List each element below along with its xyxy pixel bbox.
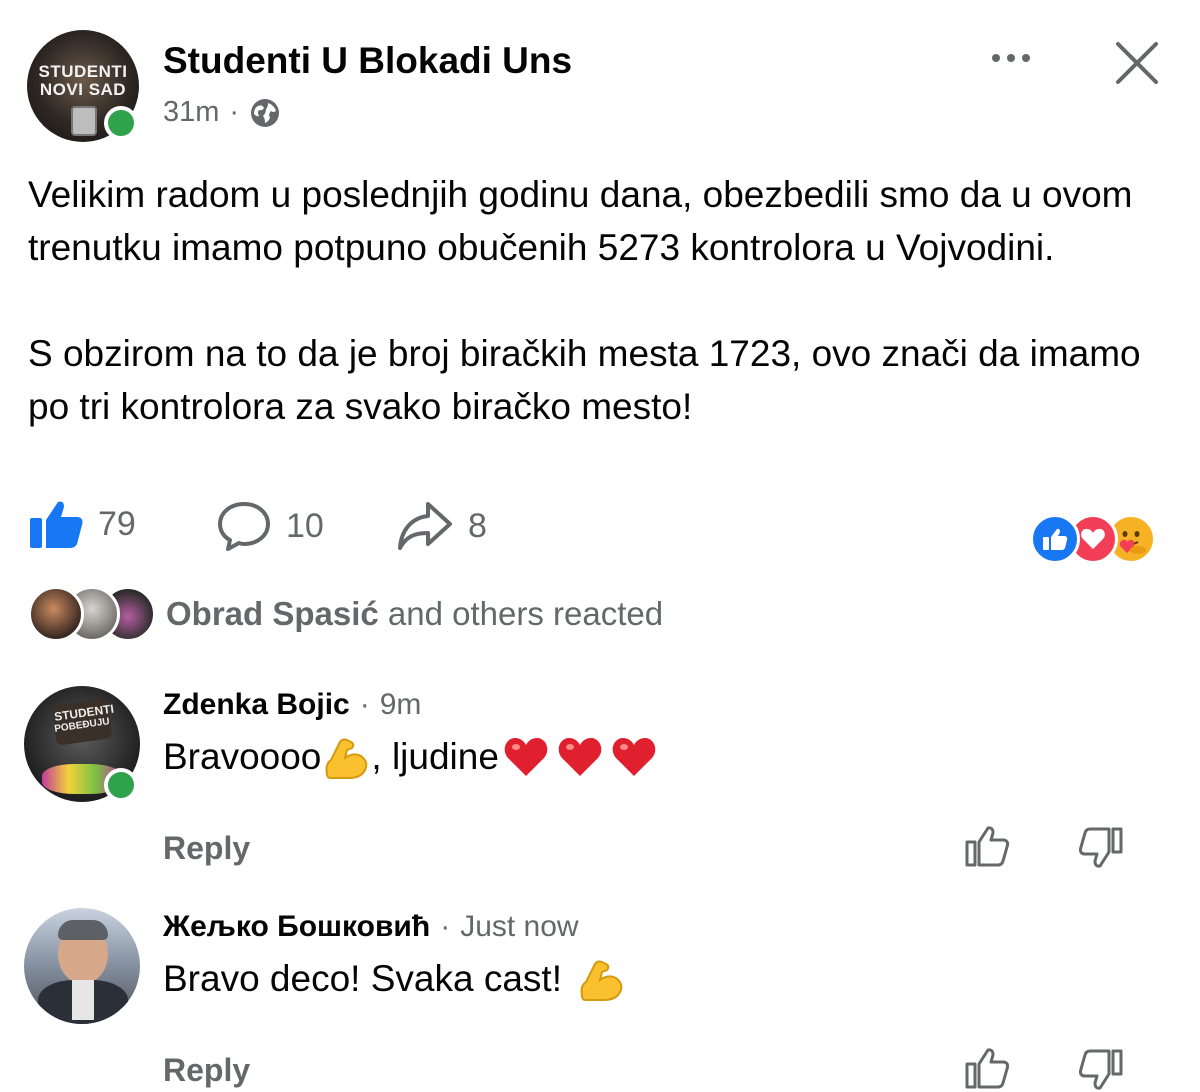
red-heart-emoji — [612, 738, 656, 776]
comment-action[interactable]: 10 — [216, 500, 324, 552]
avatar-text-line1: STUDENTI — [38, 62, 128, 81]
reaction-summary[interactable] — [1030, 514, 1170, 564]
page-name[interactable]: Studenti U Blokadi Uns — [163, 40, 572, 82]
share-action[interactable]: 8 — [396, 500, 487, 552]
reactors-suffix: and others reacted — [387, 595, 664, 632]
post-time[interactable]: 31m — [163, 96, 219, 129]
share-count: 8 — [468, 506, 487, 545]
comment-text-part2: , ljudine — [371, 736, 499, 777]
commenter-name[interactable]: Жељко Бошковић — [163, 910, 430, 944]
meta-separator: · — [229, 96, 240, 128]
reply-button[interactable]: Reply — [163, 830, 250, 867]
flexed-biceps-emoji — [325, 738, 368, 779]
like-reaction-icon — [1030, 514, 1080, 564]
reactor-name[interactable]: Obrad Spasić — [166, 595, 379, 632]
like-count: 79 — [98, 504, 136, 543]
close-icon[interactable] — [1114, 40, 1160, 86]
comment-avatar[interactable] — [24, 908, 140, 1024]
online-status-dot — [104, 768, 138, 802]
comment-text-part1: Bravoooo — [163, 736, 322, 777]
avatar-text-line2: NOVI SAD — [39, 80, 127, 99]
red-heart-emoji — [504, 738, 548, 776]
like-action[interactable]: 79 — [28, 498, 136, 550]
post-meta: 31m · — [163, 96, 281, 129]
share-icon — [398, 502, 452, 550]
red-heart-emoji — [558, 738, 602, 776]
comment-header: Zdenka Bojic · 9m — [163, 688, 421, 722]
post-body: Velikim radom u poslednjih godinu dana, … — [28, 168, 1178, 433]
clock-tower-image — [71, 106, 97, 136]
online-status-dot — [104, 106, 138, 140]
commenter-name[interactable]: Zdenka Bojic — [163, 688, 350, 722]
comment-text-part1: Bravo deco! Svaka cast! — [163, 958, 562, 999]
reactor-avatar — [28, 586, 84, 642]
post-paragraph-2: S obzirom na to da je broj biračkih mest… — [28, 333, 1141, 427]
reactors-summary-text[interactable]: Obrad Spasić and others reacted — [166, 595, 663, 633]
more-options-icon[interactable] — [992, 50, 1040, 66]
comment-header: Жељко Бошковић · Just now — [163, 910, 579, 944]
globe-icon — [251, 98, 280, 127]
comment-separator: · — [440, 910, 451, 943]
comment-text: Bravoooo , ljudine — [163, 734, 661, 780]
comment-time[interactable]: Just now — [460, 910, 578, 944]
comment-like-icon[interactable] — [964, 1046, 1010, 1090]
comment-time[interactable]: 9m — [380, 688, 422, 722]
like-icon — [30, 501, 83, 548]
reply-button[interactable]: Reply — [163, 1052, 250, 1089]
comment-dislike-icon[interactable] — [1078, 826, 1124, 870]
comment-count: 10 — [286, 506, 324, 545]
comment-dislike-icon[interactable] — [1078, 1048, 1124, 1092]
comment-icon — [218, 502, 270, 551]
post-paragraph-1: Velikim radom u poslednjih godinu dana, … — [28, 174, 1133, 268]
flexed-biceps-emoji — [580, 960, 623, 1001]
comment-text: Bravo deco! Svaka cast! — [163, 956, 626, 1002]
comment-like-icon[interactable] — [964, 824, 1010, 868]
comment-separator: · — [359, 688, 370, 721]
reactors-row[interactable]: Obrad Spasić and others reacted — [28, 586, 663, 642]
